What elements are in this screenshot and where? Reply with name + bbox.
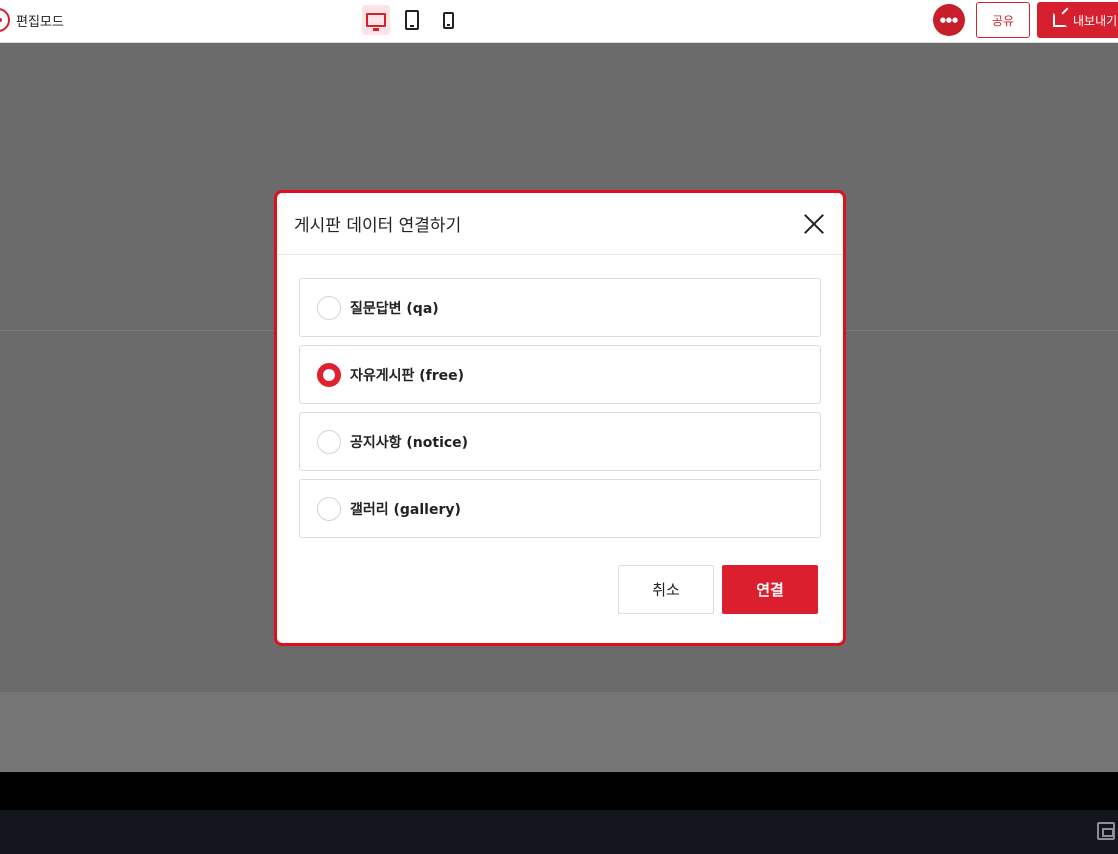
page-section (0, 692, 1118, 772)
radio-button[interactable] (317, 496, 341, 521)
board-option-label: 갤러리 (gallery) (350, 501, 461, 518)
board-option-free[interactable]: 자유게시판 (free) (299, 345, 821, 404)
board-option-qa[interactable]: 질문답변 (qa) (299, 278, 821, 337)
device-desktop-button[interactable] (362, 5, 390, 35)
board-connect-dialog: 게시판 데이터 연결하기 질문답변 (qa) 자유게시판 (free) 공지사항… (274, 190, 846, 646)
dialog-actions: 취소 연결 (618, 565, 818, 614)
device-mobile-button[interactable] (434, 5, 462, 35)
board-option-label: 자유게시판 (free) (350, 367, 465, 384)
share-button[interactable]: 공유 (976, 2, 1030, 38)
board-option-gallery[interactable]: 갤러리 (gallery) (299, 479, 821, 538)
export-label: 내보내기 (1073, 13, 1118, 28)
bottom-toolbar (0, 810, 1118, 854)
connect-button[interactable]: 연결 (722, 565, 818, 614)
board-option-notice[interactable]: 공지사항 (notice) (299, 412, 821, 471)
desktop-icon (366, 13, 386, 31)
close-icon[interactable] (803, 212, 825, 234)
cancel-button[interactable]: 취소 (618, 565, 714, 614)
board-option-label: 공지사항 (notice) (350, 434, 469, 451)
edit-mode-label: 편집모드 (16, 14, 64, 30)
dialog-header: 게시판 데이터 연결하기 (277, 193, 843, 255)
edit-mode-toggle[interactable]: 편집모드 (0, 8, 64, 32)
board-options-list: 질문답변 (qa) 자유게시판 (free) 공지사항 (notice) 갤러리… (299, 278, 821, 546)
device-tablet-button[interactable] (398, 5, 426, 35)
tablet-icon (405, 10, 419, 30)
top-bar: 편집모드 ●●● 공유 내보내기 (0, 0, 1118, 43)
radio-button-selected[interactable] (317, 362, 341, 387)
radio-button[interactable] (317, 295, 341, 320)
page-footer-band (0, 772, 1118, 810)
export-icon (1053, 13, 1067, 27)
avatar[interactable]: ●●● (933, 4, 965, 36)
device-switcher (362, 5, 462, 35)
board-option-label: 질문답변 (qa) (350, 300, 439, 317)
dialog-title: 게시판 데이터 연결하기 (294, 216, 462, 236)
edit-mode-icon (0, 8, 10, 32)
export-button[interactable]: 내보내기 (1037, 2, 1118, 38)
mobile-icon (442, 11, 454, 29)
save-icon[interactable] (1097, 822, 1115, 840)
radio-button[interactable] (317, 429, 341, 454)
